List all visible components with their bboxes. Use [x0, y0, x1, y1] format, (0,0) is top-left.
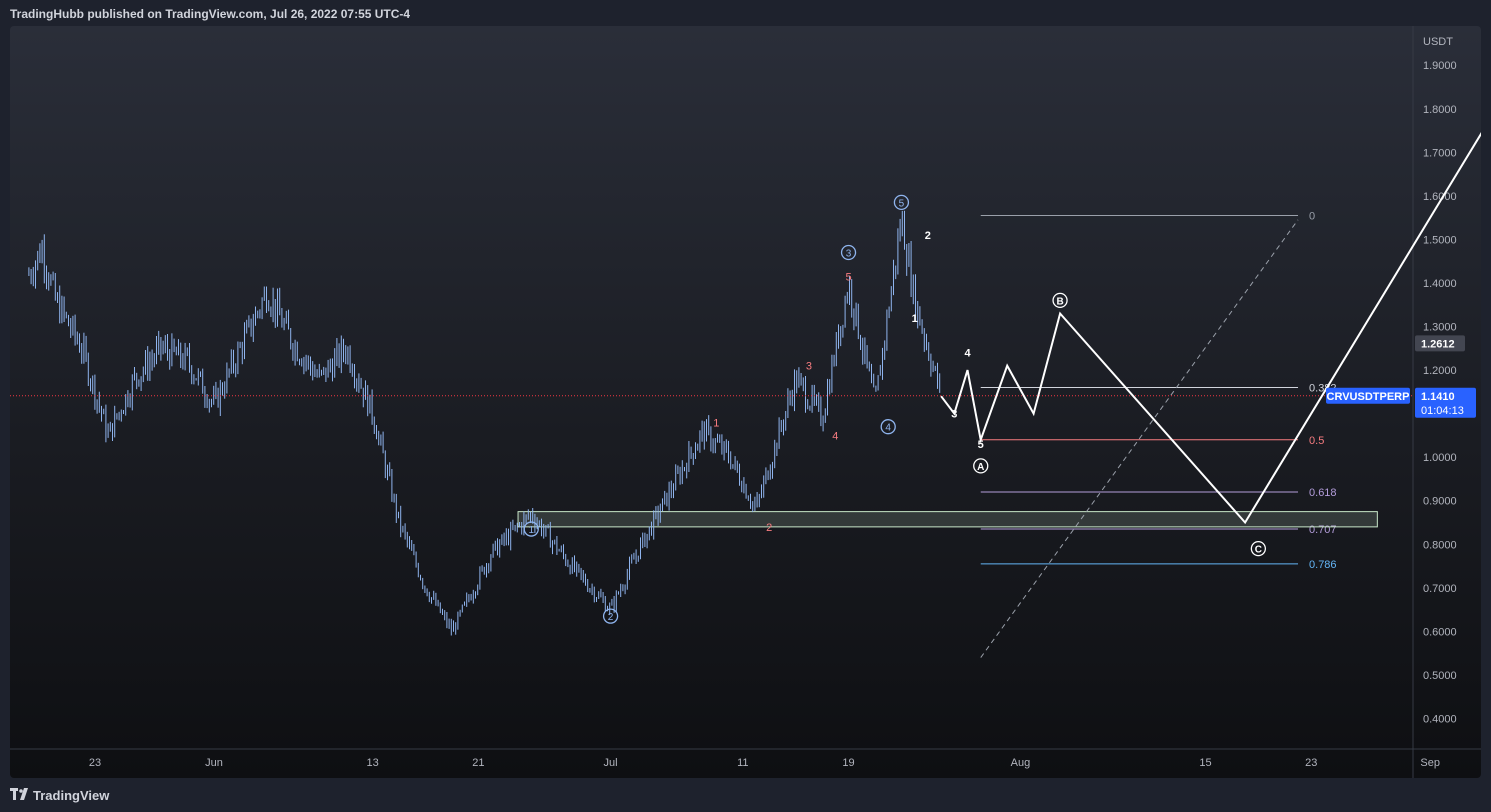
x-tick-label: 23 — [89, 757, 101, 769]
y-tick-label: 0.9000 — [1423, 496, 1457, 508]
wave-label-minor: 4 — [832, 430, 838, 442]
current-price-tag-text: 1.1410 — [1421, 391, 1455, 403]
wave-label-primary: 2 — [608, 612, 614, 623]
x-tick-label: 19 — [842, 757, 854, 769]
countdown-tag-text: 01:04:13 — [1421, 405, 1464, 417]
wave-label-sub: 5 — [978, 439, 984, 451]
x-tick-label: 21 — [472, 757, 484, 769]
wave-label-primary: 5 — [899, 198, 905, 209]
trend-line[interactable] — [980, 219, 1299, 658]
x-axis-ticks: 23Jun1321Jul1119Aug1523Sep12 — [89, 757, 1440, 769]
projection-label: B — [1056, 296, 1063, 307]
wave-label-sub: 4 — [964, 348, 971, 360]
x-tick-label: 13 — [366, 757, 378, 769]
fib-label: 0 — [1309, 210, 1315, 222]
x-tick-label: 11 — [737, 757, 748, 769]
wave-label-sub: 2 — [925, 230, 931, 242]
y-tick-label: 0.4000 — [1423, 714, 1457, 726]
high-price-tag-text: 1.2612 — [1421, 338, 1455, 350]
y-tick-label: 1.9000 — [1423, 60, 1457, 72]
x-tick-label: 23 — [1305, 757, 1317, 769]
x-tick-label: Sep — [1420, 757, 1440, 769]
x-tick-label: 15 — [1199, 757, 1211, 769]
wave-label-minor: 5 — [845, 271, 851, 283]
projection-path[interactable] — [940, 131, 1481, 525]
wave-label-minor: 2 — [766, 522, 772, 534]
x-tick-label: Aug — [1011, 757, 1031, 769]
x-tick-label: Jul — [604, 757, 618, 769]
candles — [28, 210, 941, 636]
footer-brand: TradingView — [33, 788, 110, 803]
projection-label: C — [1255, 545, 1262, 556]
tradingview-logo-icon — [10, 788, 28, 800]
y-tick-label: 0.8000 — [1423, 539, 1457, 551]
x-tick-label: Jun — [205, 757, 223, 769]
support-zone[interactable] — [517, 511, 1378, 528]
y-tick-label: 1.5000 — [1423, 234, 1457, 246]
y-tick-label: 1.7000 — [1423, 147, 1457, 159]
footer: TradingView — [0, 780, 1491, 812]
y-tick-label: 1.0000 — [1423, 452, 1457, 464]
y-tick-label: 0.5000 — [1423, 670, 1457, 682]
wave-label-minor: 1 — [713, 417, 719, 429]
wave-labels: 1 2 3 4 5 1 2 3 4 5 1 2 3 4 5 A B C — [523, 194, 1267, 624]
y-tick-label: 0.7000 — [1423, 583, 1457, 595]
projection-label: A — [977, 462, 984, 473]
fib-label: 0.5 — [1309, 435, 1324, 447]
wave-label-primary: 4 — [885, 423, 891, 434]
projection-zigzag — [940, 132, 1481, 525]
dashed-trend-line — [980, 219, 1299, 658]
fib-label: 0.786 — [1309, 559, 1337, 571]
y-tick-label: 0.6000 — [1423, 626, 1457, 638]
wave-label-sub: 3 — [951, 409, 957, 421]
symbol-tag-text: CRVUSDTPERP — [1327, 391, 1410, 403]
currency-label: USDT — [1423, 36, 1453, 48]
wave-label-primary: 3 — [846, 248, 852, 259]
chart-area[interactable]: USDT 1.9000 1.8000 1.7000 1.6000 1.5000 1.400… — [10, 26, 1481, 778]
support-zone-box — [517, 511, 1378, 528]
fib-label: 0.618 — [1309, 487, 1337, 499]
y-tick-label: 1.8000 — [1423, 104, 1457, 116]
y-tick-label: 1.3000 — [1423, 322, 1457, 334]
wave-label-minor: 3 — [806, 361, 812, 373]
price-chart[interactable]: USDT 1.90001.80001.70001.60001.50001.400… — [10, 26, 1481, 778]
y-tick-label: 1.4000 — [1423, 278, 1457, 290]
attribution: TradingHubb published on TradingView.com… — [10, 7, 411, 21]
wave-label-sub: 1 — [912, 313, 918, 325]
y-tick-label: 1.2000 — [1423, 365, 1457, 377]
wave-label-primary: 1 — [528, 525, 534, 536]
